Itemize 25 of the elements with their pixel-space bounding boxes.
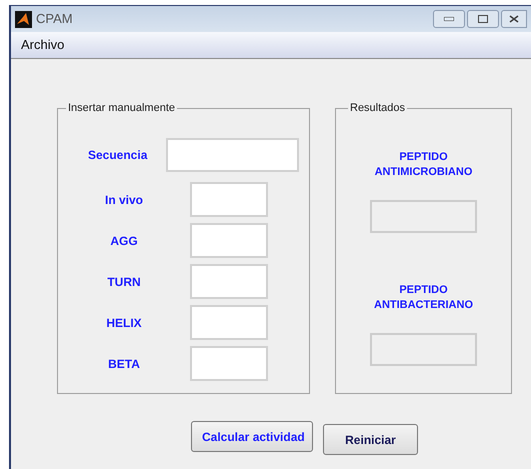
menu-item[interactable]: Archivo bbox=[21, 34, 64, 54]
minimize-button[interactable] bbox=[433, 10, 465, 28]
input-field[interactable] bbox=[166, 138, 299, 172]
app-logo-icon bbox=[15, 10, 32, 28]
field-label: HELIX bbox=[105, 314, 143, 332]
field-label: In vivo bbox=[104, 192, 144, 208]
input-field[interactable] bbox=[190, 264, 268, 299]
field-label: Secuencia bbox=[87, 147, 148, 164]
result-label: PEPTIDO ANTIBACTERIANO bbox=[373, 283, 474, 313]
maximize-icon bbox=[478, 15, 488, 23]
action-button[interactable]: Calcular actividad bbox=[191, 421, 313, 452]
window-title: CPAM bbox=[36, 10, 73, 28]
input-field[interactable] bbox=[190, 182, 268, 217]
close-button[interactable] bbox=[501, 10, 527, 28]
field-label: BETA bbox=[107, 356, 141, 372]
field-label: TURN bbox=[106, 274, 142, 290]
input-field[interactable] bbox=[190, 305, 268, 340]
input-field[interactable] bbox=[190, 223, 268, 258]
field-label: AGG bbox=[109, 232, 139, 250]
result-label: PEPTIDO ANTIMICROBIANO bbox=[374, 150, 474, 180]
input-field[interactable] bbox=[190, 346, 268, 381]
maximize-button[interactable] bbox=[467, 10, 499, 28]
minimize-icon bbox=[444, 17, 454, 21]
action-button[interactable]: Reiniciar bbox=[323, 424, 418, 455]
close-icon bbox=[509, 15, 519, 23]
